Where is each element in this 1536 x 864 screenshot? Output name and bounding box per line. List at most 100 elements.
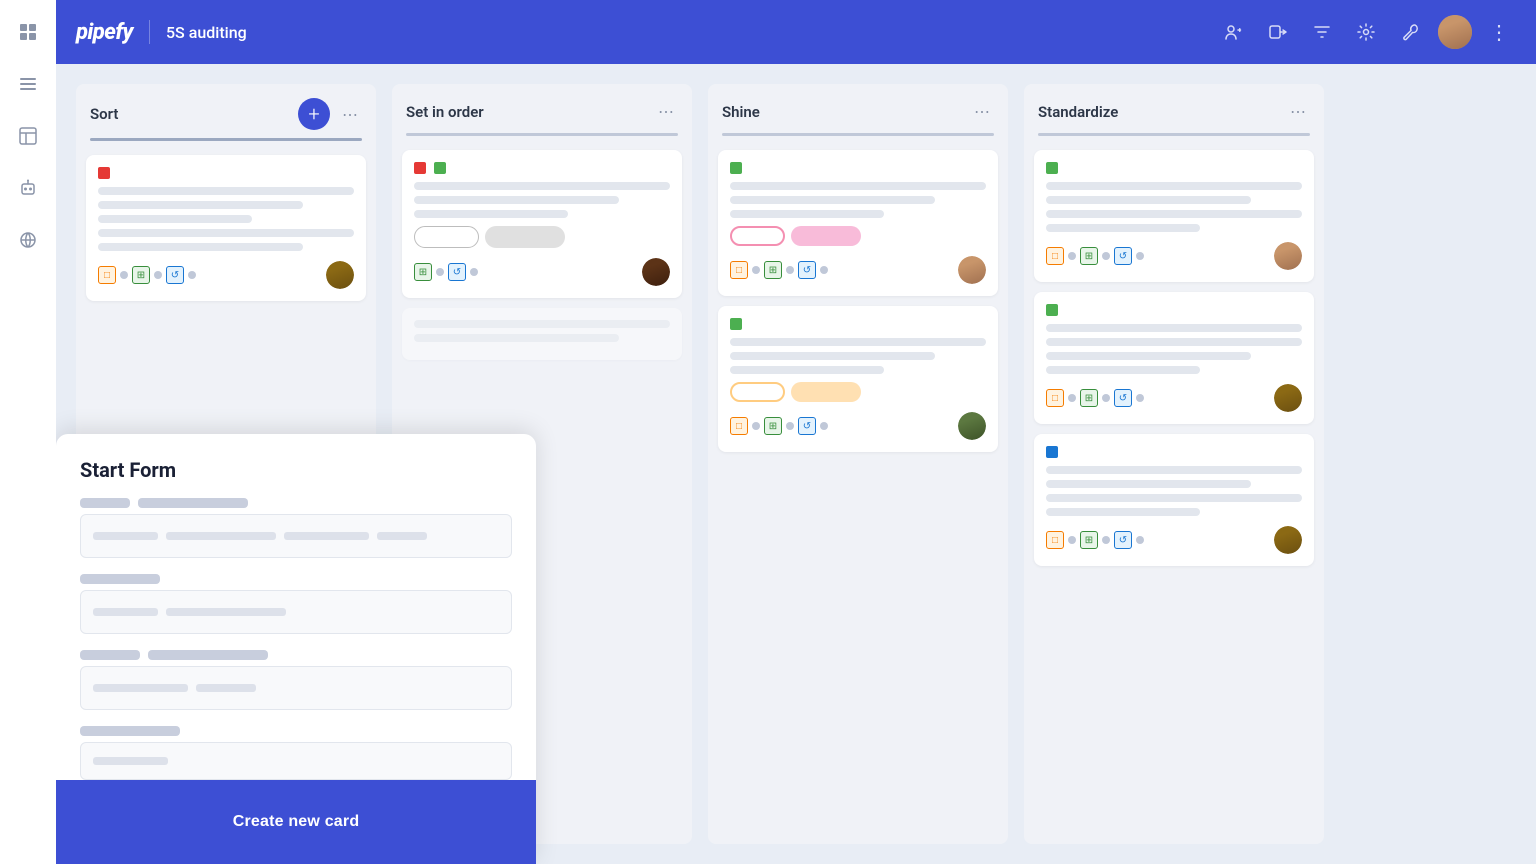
badge-dot [786, 422, 794, 430]
field-label-row-4 [80, 726, 512, 736]
field-label-block [80, 574, 160, 584]
table-row[interactable]: □ ⊞ ↺ [718, 150, 998, 296]
card-line [730, 196, 935, 204]
column-standardize-underline [1038, 133, 1310, 136]
badge-dot [820, 266, 828, 274]
badge-green: ⊞ [764, 261, 782, 279]
field-label-block [138, 498, 248, 508]
table-row[interactable]: □ ⊞ ↺ [718, 306, 998, 452]
form-field-input-4[interactable] [80, 742, 512, 780]
start-form-modal: Start Form [56, 434, 536, 864]
tag-green [1046, 162, 1058, 174]
badge-dot [1068, 394, 1076, 402]
placeholder-block [377, 532, 427, 540]
table-row[interactable] [402, 308, 682, 360]
column-shine-cards: □ ⊞ ↺ [708, 146, 1008, 844]
badge-dot [1136, 394, 1144, 402]
badge-orange: □ [730, 417, 748, 435]
column-sort-header: Sort + ⋯ [76, 84, 376, 138]
card-line [1046, 494, 1302, 502]
field-input-content [93, 667, 499, 709]
placeholder-block [166, 608, 286, 616]
field-label-block [80, 498, 130, 508]
table-row[interactable]: ⊞ ↺ [402, 150, 682, 298]
column-sort-menu-btn[interactable]: ⋯ [338, 101, 362, 128]
column-set-title: Set in order [406, 103, 646, 121]
more-icon-btn[interactable]: ⋮ [1484, 16, 1516, 48]
card-badges: □ ⊞ ↺ [98, 266, 196, 284]
status-pill-pink-outline [730, 226, 785, 246]
table-row[interactable]: □ ⊞ ↺ [1034, 434, 1314, 566]
tag-green [434, 162, 446, 174]
tag-green [730, 318, 742, 330]
column-standardize-cards: □ ⊞ ↺ [1024, 146, 1324, 844]
card-line [730, 352, 935, 360]
header-right: ⋮ [1218, 15, 1516, 49]
card-tags [1046, 304, 1302, 316]
sidebar-icon-list[interactable] [12, 68, 44, 100]
badge-dot [1068, 252, 1076, 260]
avatar [642, 258, 670, 286]
form-field-2 [80, 574, 512, 634]
card-line [414, 196, 619, 204]
form-footer: Create new card [56, 780, 536, 864]
table-row[interactable]: □ ⊞ ↺ [1034, 150, 1314, 282]
sidebar-icon-bot[interactable] [12, 172, 44, 204]
create-new-card-button[interactable]: Create new card [80, 796, 512, 848]
column-shine-title: Shine [722, 103, 962, 121]
wrench-icon-btn[interactable] [1394, 16, 1426, 48]
card-line [730, 182, 986, 190]
field-input-content [93, 515, 499, 557]
column-shine-underline [722, 133, 994, 136]
form-header: Start Form [56, 434, 536, 498]
field-label-block [80, 726, 180, 736]
card-line [1046, 366, 1200, 374]
user-avatar[interactable] [1438, 15, 1472, 49]
card-line [1046, 224, 1200, 232]
card-footer: □ ⊞ ↺ [1046, 526, 1302, 554]
card-line [98, 229, 354, 237]
people-icon-btn[interactable] [1218, 16, 1250, 48]
main-content: pipefy 5S auditing [56, 0, 1536, 864]
column-shine-menu-btn[interactable]: ⋯ [970, 98, 994, 125]
card-line [1046, 196, 1251, 204]
enter-icon-btn[interactable] [1262, 16, 1294, 48]
column-sort-add-btn[interactable]: + [298, 98, 330, 130]
avatar [1274, 526, 1302, 554]
badge-dot [1102, 536, 1110, 544]
badge-green: ⊞ [764, 417, 782, 435]
column-standardize-menu-btn[interactable]: ⋯ [1286, 98, 1310, 125]
badge-dot [1136, 252, 1144, 260]
card-line [98, 215, 252, 223]
badge-dot [1068, 536, 1076, 544]
form-field-input-2[interactable] [80, 590, 512, 634]
card-badges: ⊞ ↺ [414, 263, 478, 281]
column-shine-header: Shine ⋯ [708, 84, 1008, 133]
column-set-menu-btn[interactable]: ⋯ [654, 98, 678, 125]
filter-icon-btn[interactable] [1306, 16, 1338, 48]
form-field-input-3[interactable] [80, 666, 512, 710]
badge-green: ⊞ [132, 266, 150, 284]
column-standardize-header: Standardize ⋯ [1024, 84, 1324, 133]
pipe-title: 5S auditing [166, 23, 247, 42]
column-standardize-title: Standardize [1038, 103, 1278, 121]
badge-blue: ↺ [166, 266, 184, 284]
settings-icon-btn[interactable] [1350, 16, 1382, 48]
pills-row [414, 226, 670, 248]
badge-dot [120, 271, 128, 279]
card-line [414, 320, 670, 328]
badge-dot [1102, 252, 1110, 260]
card-line [1046, 480, 1251, 488]
field-label-row-1 [80, 498, 512, 508]
status-pill-orange-outline [730, 382, 785, 402]
sidebar-icon-globe[interactable] [12, 224, 44, 256]
form-field-input-1[interactable] [80, 514, 512, 558]
sidebar-icon-table[interactable] [12, 120, 44, 152]
badge-orange: □ [98, 266, 116, 284]
badge-blue: ↺ [448, 263, 466, 281]
pills-row [730, 382, 986, 402]
table-row[interactable]: □ ⊞ ↺ [86, 155, 366, 301]
placeholder-block [166, 532, 276, 540]
table-row[interactable]: □ ⊞ ↺ [1034, 292, 1314, 424]
sidebar-icon-grid[interactable] [12, 16, 44, 48]
